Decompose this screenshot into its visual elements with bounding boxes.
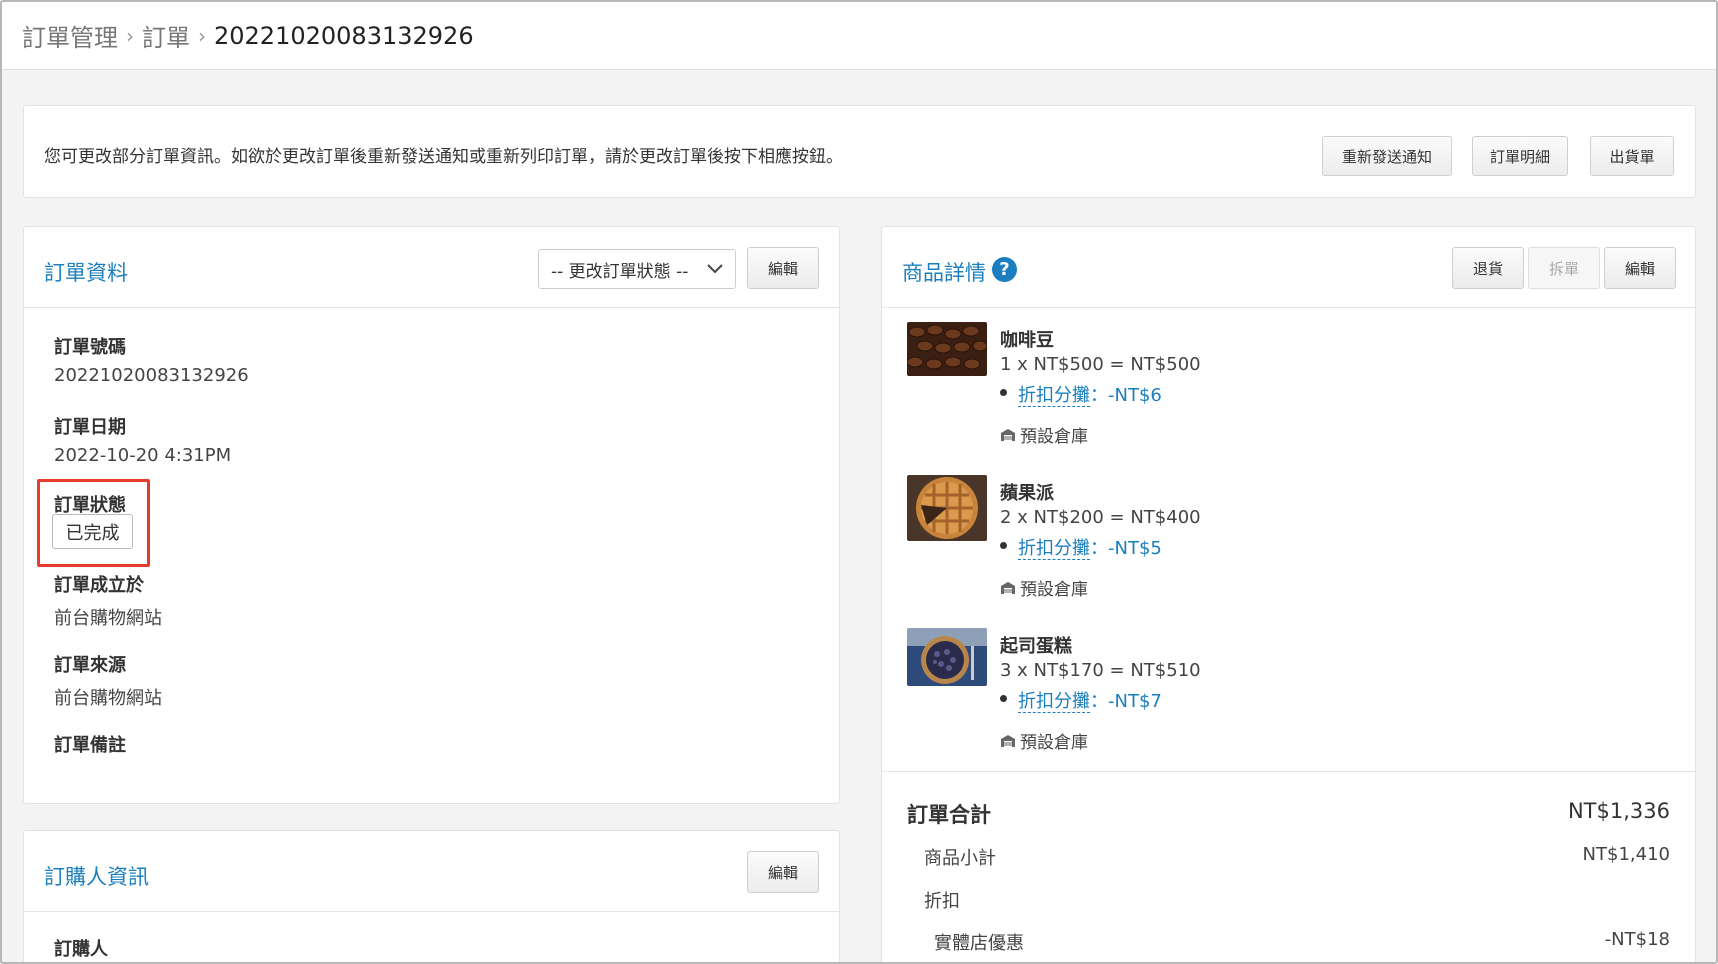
warehouse-label: 預設倉庫 xyxy=(1020,427,1088,447)
resend-notification-button[interactable]: 重新發送通知 xyxy=(1322,136,1452,176)
warehouse-label: 預設倉庫 xyxy=(1020,580,1088,600)
product-warehouse: 預設倉庫 xyxy=(1000,422,1088,447)
status-highlight-box xyxy=(37,479,150,567)
store-discount-value: -NT$18 xyxy=(1604,929,1670,950)
cheesecake-image xyxy=(907,628,987,686)
product-price-calc: 3 x NT$170 = NT$510 xyxy=(1000,660,1201,681)
product-price-calc: 2 x NT$200 = NT$400 xyxy=(1000,507,1201,528)
chevron-right-icon: › xyxy=(126,23,134,48)
order-number-label: 訂單號碼 xyxy=(54,337,126,358)
buyer-info-panel: 訂購人資訊 編輯 訂購人 xyxy=(23,830,840,962)
product-details-panel: 商品詳情 ? 退貨 拆單 編輯 咖啡豆 1 x NT$500 = NT$500 … xyxy=(881,226,1696,962)
discount-allocation-link[interactable]: 折扣分攤 xyxy=(1018,538,1090,560)
product-warehouse: 預設倉庫 xyxy=(1000,575,1088,600)
notice-panel: 您可更改部分訂單資訊。如欲於更改訂單後重新發送通知或重新列印訂單，請於更改訂單後… xyxy=(23,105,1696,198)
buyer-info-header: 訂購人資訊 編輯 xyxy=(24,831,839,912)
buyer-info-edit-button[interactable]: 編輯 xyxy=(747,851,819,893)
order-created-label: 訂單成立於 xyxy=(54,575,144,596)
product-name: 蘋果派 xyxy=(1000,483,1054,504)
summary-divider xyxy=(882,771,1695,772)
product-warehouse: 預設倉庫 xyxy=(1000,728,1088,753)
order-info-edit-button[interactable]: 編輯 xyxy=(747,247,819,289)
order-status-select[interactable]: -- 更改訂單狀態 -- xyxy=(538,249,736,289)
return-button[interactable]: 退貨 xyxy=(1452,247,1524,289)
breadcrumb-orders[interactable]: 訂單 xyxy=(142,18,190,53)
product-name: 咖啡豆 xyxy=(1000,330,1054,351)
order-info-panel: 訂單資料 -- 更改訂單狀態 -- 編輯 訂單號碼 20221020083132… xyxy=(23,226,840,804)
apple-pie-image xyxy=(907,475,987,541)
order-date-value: 2022-10-20 4:31PM xyxy=(54,445,232,466)
warehouse-icon xyxy=(1001,428,1015,441)
product-item: 起司蛋糕 3 x NT$170 = NT$510 折扣分攤：-NT$7 預設倉庫 xyxy=(907,628,1607,768)
notice-text: 您可更改部分訂單資訊。如欲於更改訂單後重新發送通知或重新列印訂單，請於更改訂單後… xyxy=(44,147,843,167)
warehouse-icon xyxy=(1001,581,1015,594)
chevron-down-icon xyxy=(707,264,723,274)
order-info-header: 訂單資料 -- 更改訂單狀態 -- 編輯 xyxy=(24,227,839,308)
warehouse-label: 預設倉庫 xyxy=(1020,733,1088,753)
subtotal-row: 商品小計 NT$1,410 xyxy=(924,844,1670,870)
product-details-title: 商品詳情 xyxy=(902,261,986,285)
buyer-label: 訂購人 xyxy=(54,939,108,960)
warehouse-icon xyxy=(1001,734,1015,747)
order-created-value: 前台購物網站 xyxy=(54,608,162,629)
product-discount: 折扣分攤：-NT$5 xyxy=(1000,534,1162,560)
breadcrumb: 訂單管理 › 訂單 › 20221020083132926 xyxy=(2,2,1716,70)
split-order-button[interactable]: 拆單 xyxy=(1528,247,1600,289)
subtotal-label: 商品小計 xyxy=(924,848,996,869)
product-details-header: 商品詳情 ? 退貨 拆單 編輯 xyxy=(882,227,1695,308)
shipping-slip-button[interactable]: 出貨單 xyxy=(1590,136,1674,176)
discount-value: ：-NT$7 xyxy=(1090,691,1162,712)
subtotal-value: NT$1,410 xyxy=(1582,844,1670,865)
discount-label: 折扣 xyxy=(924,891,960,912)
discount-allocation-link[interactable]: 折扣分攤 xyxy=(1018,691,1090,713)
discount-value: ：-NT$5 xyxy=(1090,538,1162,559)
order-details-button[interactable]: 訂單明細 xyxy=(1472,136,1568,176)
product-price-calc: 1 x NT$500 = NT$500 xyxy=(1000,354,1201,375)
product-discount: 折扣分攤：-NT$6 xyxy=(1000,381,1162,407)
bullet-icon xyxy=(1000,695,1007,702)
discount-row: 折扣 xyxy=(924,887,1670,913)
order-total-label: 訂單合計 xyxy=(907,803,991,827)
discount-allocation-link[interactable]: 折扣分攤 xyxy=(1018,385,1090,407)
order-status-select-value: -- 更改訂單狀態 -- xyxy=(551,261,689,282)
product-item: 蘋果派 2 x NT$200 = NT$400 折扣分攤：-NT$5 預設倉庫 xyxy=(907,475,1607,615)
breadcrumb-order-management[interactable]: 訂單管理 xyxy=(22,18,118,53)
store-discount-row: 實體店優惠 -NT$18 xyxy=(934,929,1670,955)
product-edit-button[interactable]: 編輯 xyxy=(1604,247,1676,289)
help-icon[interactable]: ? xyxy=(992,257,1017,282)
order-source-value: 前台購物網站 xyxy=(54,688,162,709)
bullet-icon xyxy=(1000,542,1007,549)
breadcrumb-current-order: 20221020083132926 xyxy=(214,21,474,50)
bullet-icon xyxy=(1000,389,1007,396)
order-source-label: 訂單來源 xyxy=(54,655,126,676)
order-remark-label: 訂單備註 xyxy=(54,735,126,756)
chevron-right-icon: › xyxy=(198,23,206,48)
product-discount: 折扣分攤：-NT$7 xyxy=(1000,687,1162,713)
product-item: 咖啡豆 1 x NT$500 = NT$500 折扣分攤：-NT$6 預設倉庫 xyxy=(907,322,1607,462)
buyer-info-title: 訂購人資訊 xyxy=(44,865,149,889)
order-date-label: 訂單日期 xyxy=(54,417,126,438)
discount-value: ：-NT$6 xyxy=(1090,385,1162,406)
order-total-value: NT$1,336 xyxy=(1567,799,1670,823)
order-page: 訂單管理 › 訂單 › 20221020083132926 您可更改部分訂單資訊… xyxy=(0,0,1718,964)
order-total-row: 訂單合計 NT$1,336 xyxy=(907,799,1670,829)
order-number-value: 20221020083132926 xyxy=(54,365,249,386)
product-name: 起司蛋糕 xyxy=(1000,636,1072,657)
coffee-beans-image xyxy=(907,322,987,376)
order-info-title: 訂單資料 xyxy=(44,261,128,285)
store-discount-label: 實體店優惠 xyxy=(934,933,1024,954)
